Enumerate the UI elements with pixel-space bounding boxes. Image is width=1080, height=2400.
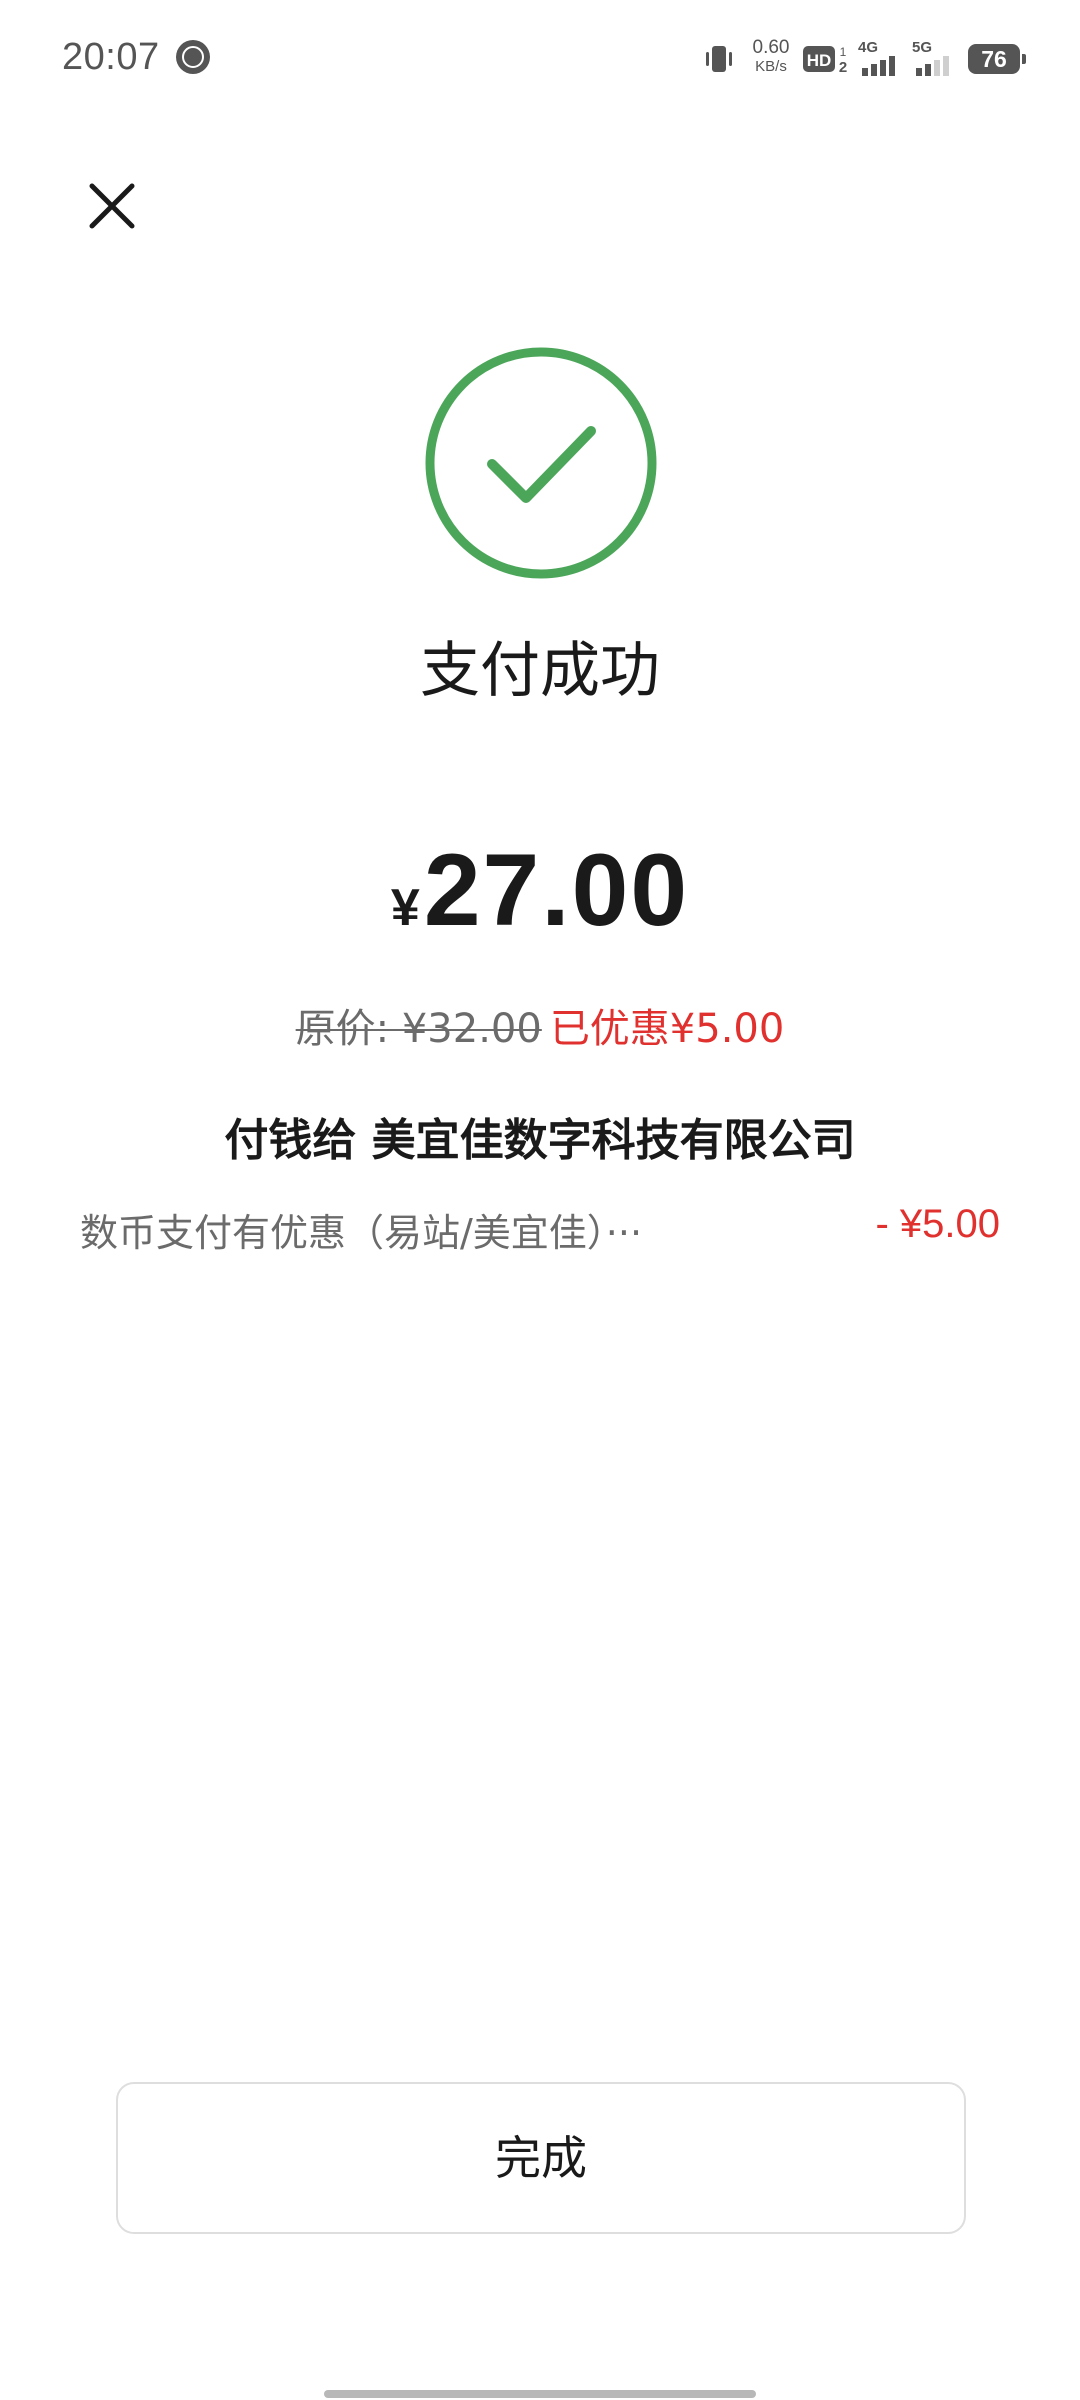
svg-text:2: 2 <box>839 59 847 76</box>
signal-4g-icon: 4G <box>858 39 895 76</box>
hd-voice-icon: HD 1 2 <box>803 45 847 76</box>
currency-symbol: ¥ <box>390 879 420 937</box>
amount-value: 27.00 <box>423 833 690 947</box>
svg-text:HD: HD <box>807 51 832 70</box>
original-price: 原价: ¥32.00 <box>295 1006 542 1052</box>
signal-5g-icon: 5G <box>912 39 949 76</box>
payment-status-title: 支付成功 <box>420 636 660 706</box>
status-time: 20:07 <box>62 36 160 78</box>
price-summary: 原价: ¥32.00 已优惠¥5.00 <box>0 996 1080 1054</box>
discount-total: 已优惠¥5.00 <box>549 1006 785 1052</box>
network-speed: 0.60 KB/s <box>748 38 794 74</box>
network-speed-unit: KB/s <box>755 58 787 75</box>
payment-amount: ¥27.00 <box>0 832 1080 949</box>
discount-detail-amount: - ¥5.00 <box>875 1202 1000 1246</box>
close-icon[interactable] <box>78 172 146 240</box>
discount-detail-row: 数币支付有优惠（易站/美宜佳）··· - ¥5.00 <box>80 1202 1000 1258</box>
signal-4g-label: 4G <box>858 39 878 56</box>
discount-detail-label: 数币支付有优惠（易站/美宜佳）··· <box>80 1211 643 1255</box>
payee: 付钱给 美宜佳数字科技有限公司 <box>224 1115 856 1166</box>
home-indicator[interactable] <box>324 2390 756 2398</box>
check-circle-icon <box>425 347 657 579</box>
signal-5g-label: 5G <box>912 39 932 56</box>
payment-success-page: 20:07 0.60 KB/s HD 1 2 4G 5G 76 支付成功 ¥27… <box>0 0 1080 2400</box>
battery-icon: 76 <box>968 44 1026 74</box>
done-button[interactable]: 完成 <box>116 2082 966 2234</box>
network-speed-value: 0.60 <box>752 37 790 58</box>
app-notification-icon <box>176 40 210 74</box>
status-bar: 20:07 0.60 KB/s HD 1 2 4G 5G 76 <box>0 0 1080 120</box>
vibrate-icon <box>706 46 732 72</box>
svg-text:1: 1 <box>840 45 847 59</box>
